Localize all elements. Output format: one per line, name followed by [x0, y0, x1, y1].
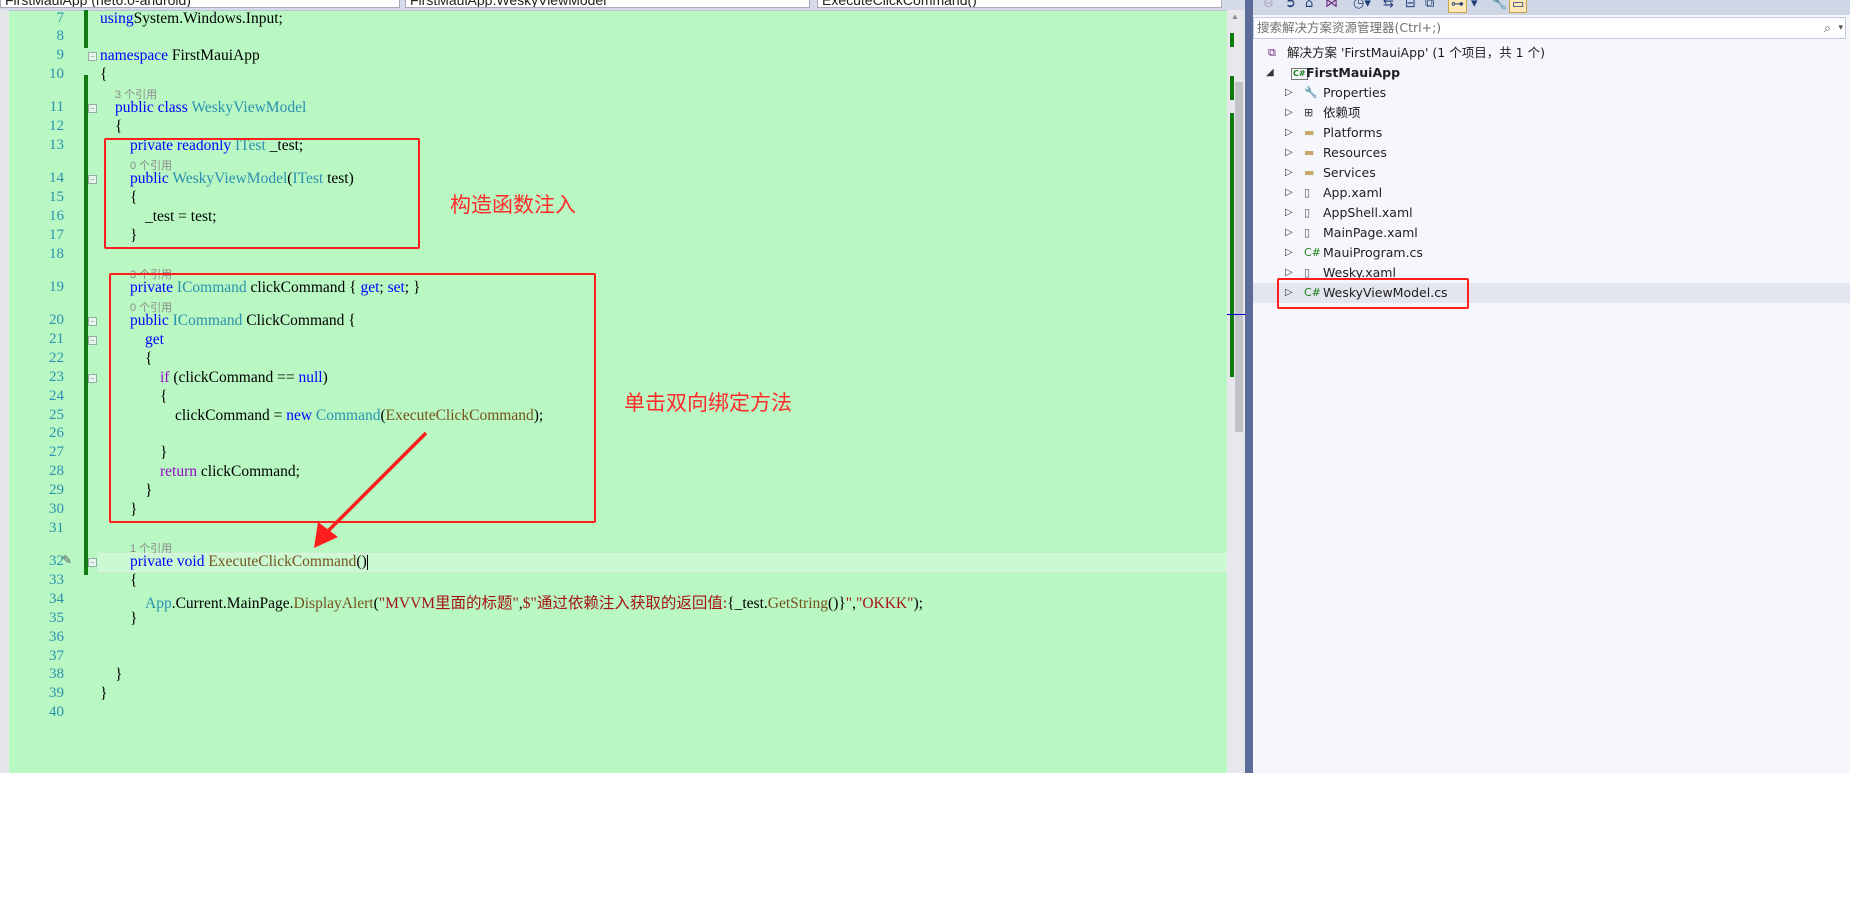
collapsed-arrow-icon[interactable]: ▷: [1285, 243, 1293, 263]
folder-icon: ▬: [1304, 166, 1315, 179]
csharp-file-icon: C#: [1304, 246, 1321, 259]
tree-item-label: MauiProgram.cs: [1323, 245, 1423, 260]
tree-item[interactable]: ▷ ▬ Platforms: [1253, 123, 1850, 143]
search-icon[interactable]: ⌕: [1824, 18, 1831, 38]
collapsed-arrow-icon[interactable]: ▷: [1285, 203, 1293, 223]
tree-item[interactable]: ▷ ▬ Resources: [1253, 143, 1850, 163]
solution-explorer-toolbar: ⊖ ➲ ⌂ ⋈ ◷▾ ⇆ ⊟ ⧉ ⊶ ▾ 🔧 ▭: [1253, 0, 1850, 15]
collapsed-arrow-icon[interactable]: ▷: [1285, 83, 1293, 103]
folder-icon: ▬: [1304, 126, 1315, 139]
xaml-file-icon: ▯: [1304, 186, 1311, 199]
xaml-file-icon: ▯: [1304, 226, 1311, 239]
collapsed-arrow-icon[interactable]: ▷: [1285, 163, 1293, 183]
properties-icon: 🔧: [1304, 86, 1318, 99]
forward-icon[interactable]: ➲: [1285, 0, 1296, 11]
show-all-files-icon[interactable]: ⧉: [1425, 0, 1434, 11]
tree-item[interactable]: ▷ 🔧 Properties: [1253, 83, 1850, 103]
tree-item-label: 依赖项: [1323, 105, 1361, 120]
collapsed-arrow-icon[interactable]: ▷: [1285, 103, 1293, 123]
xaml-file-icon: ▯: [1304, 206, 1311, 219]
collapsed-arrow-icon[interactable]: ▷: [1285, 123, 1293, 143]
tree-item-label: Properties: [1323, 85, 1387, 100]
collapsed-arrow-icon[interactable]: ▷: [1285, 143, 1293, 163]
sync-icon[interactable]: ⇆: [1383, 0, 1394, 11]
solution-search-input[interactable]: 搜索解决方案资源管理器(Ctrl+;) ⌕ ▾: [1253, 17, 1846, 39]
project-label: FirstMauiApp: [1306, 65, 1401, 80]
dependencies-icon: ⊞: [1304, 106, 1314, 119]
tree-item[interactable]: ▷ ▯ AppShell.xaml: [1253, 203, 1850, 223]
properties-wrench-icon[interactable]: 🔧: [1491, 0, 1507, 11]
tree-item[interactable]: ▷ ▯ App.xaml: [1253, 183, 1850, 203]
caret-marker: [1227, 314, 1245, 315]
solution-explorer: ⊖ ➲ ⌂ ⋈ ◷▾ ⇆ ⊟ ⧉ ⊶ ▾ 🔧 ▭ 搜索解决方案资源管理器(Ctr…: [1253, 0, 1850, 773]
collapsed-arrow-icon[interactable]: ▷: [1285, 183, 1293, 203]
code-editor[interactable]: FirstMauiApp (net6.0-android) FirstMauiA…: [0, 0, 1245, 773]
annotation-arrow: [314, 431, 428, 548]
collapsed-arrow-icon[interactable]: ▷: [1285, 223, 1293, 243]
scroll-up-icon[interactable]: ▲: [1231, 12, 1239, 21]
search-placeholder: 搜索解决方案资源管理器(Ctrl+;): [1257, 20, 1442, 35]
change-marker: [1230, 76, 1234, 100]
switch-views-icon[interactable]: ⋈: [1325, 0, 1338, 11]
tree-item-solution[interactable]: ⧉ 解决方案 'FirstMauiApp' (1 个项目，共 1 个): [1253, 43, 1850, 63]
tree-item[interactable]: ▷ ⊞ 依赖项: [1253, 103, 1850, 123]
tree-item-project[interactable]: ◢ C# FirstMauiApp: [1253, 63, 1850, 83]
tree-item-label: App.xaml: [1323, 185, 1383, 200]
tree-item[interactable]: ▷ C# MauiProgram.cs: [1253, 243, 1850, 263]
change-marker: [1230, 113, 1234, 377]
solution-label: 解决方案 'FirstMauiApp' (1 个项目，共 1 个): [1287, 45, 1545, 60]
history-icon[interactable]: ◷▾: [1353, 0, 1371, 11]
tree-item[interactable]: ▷ ▯ MainPage.xaml: [1253, 223, 1850, 243]
search-options-icon[interactable]: ▾: [1838, 18, 1843, 38]
tree-item-label: AppShell.xaml: [1323, 205, 1413, 220]
solution-icon: ⧉: [1268, 46, 1276, 59]
preview-selected-icon[interactable]: ⊶: [1448, 0, 1467, 13]
dropdown-icon[interactable]: ▾: [1471, 0, 1478, 11]
vertical-scrollbar[interactable]: ▲: [1227, 10, 1245, 773]
panel-splitter[interactable]: [1245, 0, 1253, 773]
tree-item[interactable]: ▷ ▬ Services: [1253, 163, 1850, 183]
tree-item-label: Services: [1323, 165, 1376, 180]
folder-icon: ▬: [1304, 146, 1315, 159]
tree-item-label: MainPage.xaml: [1323, 225, 1418, 240]
expanded-arrow-icon[interactable]: ◢: [1266, 63, 1274, 83]
annotation-box-file: [1277, 278, 1469, 309]
scrollbar-thumb[interactable]: [1235, 82, 1243, 432]
pending-changes-icon[interactable]: ▭: [1509, 0, 1528, 13]
home-icon[interactable]: ⌂: [1305, 0, 1313, 11]
tree-item-label: Resources: [1323, 145, 1387, 160]
back-icon[interactable]: ⊖: [1263, 0, 1274, 11]
collapse-all-icon[interactable]: ⊟: [1405, 0, 1416, 11]
change-marker: [1230, 33, 1234, 47]
tree-item-label: Platforms: [1323, 125, 1383, 140]
